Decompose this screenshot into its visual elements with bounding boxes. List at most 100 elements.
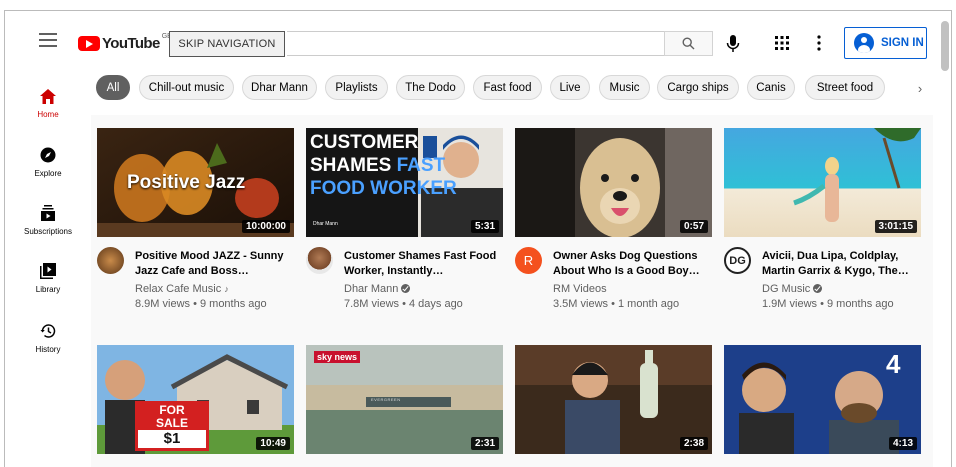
- video-title[interactable]: Positive Mood JAZZ - Sunny Jazz Cafe and…: [135, 249, 295, 279]
- channel-avatar[interactable]: DG: [724, 247, 751, 274]
- apps-grid-icon[interactable]: [775, 36, 789, 50]
- avatar-letter: R: [523, 253, 534, 268]
- thumbnail-line: SHAMES FAST: [310, 154, 457, 177]
- sign-line: SALE: [138, 417, 206, 430]
- sidebar-item-home[interactable]: Home: [5, 89, 91, 139]
- chip-playlists[interactable]: Playlists: [325, 75, 388, 100]
- chip-cargo-ships[interactable]: Cargo ships: [657, 75, 739, 100]
- video-stats: 3.5M views • 1 month ago: [553, 298, 680, 310]
- video-card[interactable]: 2:38: [515, 345, 712, 454]
- chip-the-dodo[interactable]: The Dodo: [396, 75, 465, 100]
- sidebar-item-label: Explore: [34, 169, 62, 178]
- microphone-icon[interactable]: [725, 33, 741, 55]
- video-thumbnail[interactable]: EVERGREEN sky news 2:31: [306, 345, 503, 454]
- video-duration: 10:00:00: [241, 220, 290, 233]
- chip-live[interactable]: Live: [550, 75, 590, 100]
- chip-street-food[interactable]: Street food: [805, 75, 885, 100]
- video-stats: 1.9M views • 9 months ago: [762, 298, 894, 310]
- more-options-icon[interactable]: [816, 35, 822, 51]
- channel-name-text: Relax Cafe Music: [135, 283, 222, 295]
- video-card[interactable]: CUSTOMER SHAMES FAST FOOD WORKER Dhar Ma…: [306, 128, 503, 310]
- video-thumbnail[interactable]: Positive Jazz 10:00:00: [97, 128, 294, 237]
- video-title[interactable]: Owner Asks Dog Questions About Who Is a …: [553, 249, 713, 279]
- chip-bar: All Chill-out music Dhar Mann Playlists …: [96, 75, 936, 101]
- video-card[interactable]: 3:01:15 DG Avicii, Dua Lipa, Coldplay, M…: [724, 128, 921, 310]
- music-note-icon: ♪: [224, 284, 229, 294]
- sidebar-item-label: Home: [37, 110, 59, 119]
- video-thumbnail[interactable]: 0:57: [515, 128, 712, 237]
- sidebar-item-library[interactable]: Library: [5, 263, 91, 313]
- channel-name[interactable]: RM Videos: [553, 283, 607, 295]
- video-card[interactable]: EVERGREEN sky news 2:31: [306, 345, 503, 454]
- video-meta: Customer Shames Fast Food Worker, Instan…: [306, 247, 503, 317]
- video-duration: 4:13: [888, 437, 917, 450]
- channel-name[interactable]: DG Music: [762, 283, 823, 295]
- sidebar-item-subscriptions[interactable]: Subscriptions: [5, 205, 91, 255]
- chip-chill-out-music[interactable]: Chill-out music: [139, 75, 234, 100]
- chip-scroll-right-icon[interactable]: ›: [903, 75, 937, 101]
- channel-name[interactable]: Relax Cafe Music ♪: [135, 283, 229, 295]
- sign-in-button[interactable]: SIGN IN: [844, 27, 927, 59]
- channel-avatar[interactable]: R: [515, 247, 542, 274]
- chip-music[interactable]: Music: [599, 75, 650, 100]
- masthead: YouTube GB SKIP NAVIGATION SIGN IN: [5, 11, 951, 71]
- scrollbar[interactable]: [937, 11, 951, 467]
- chip-canis[interactable]: Canis: [747, 75, 795, 100]
- channel-avatar[interactable]: [306, 247, 333, 274]
- channel-name[interactable]: Dhar Mann: [344, 283, 411, 295]
- sidebar-item-history[interactable]: History: [5, 323, 91, 373]
- for-sale-sign: FOR SALE $1: [135, 401, 209, 451]
- thumbnail-brand: Dhar Mann: [313, 221, 338, 227]
- video-duration: 2:31: [470, 437, 499, 450]
- logo-text: YouTube: [102, 35, 160, 52]
- channel-avatar[interactable]: [97, 247, 124, 274]
- video-card[interactable]: FOR SALE $1 10:49: [97, 345, 294, 454]
- sign-price: $1: [163, 430, 181, 447]
- menu-icon[interactable]: [39, 33, 57, 47]
- video-stats: 7.8M views • 4 days ago: [344, 298, 463, 310]
- thumbnail-word: FAST: [396, 155, 446, 176]
- sidebar-item-label: Subscriptions: [23, 227, 73, 236]
- subscriptions-icon: [41, 205, 55, 221]
- youtube-play-icon: [78, 36, 100, 51]
- video-stats: 8.9M views • 9 months ago: [135, 298, 267, 310]
- thumbnail-word: SHAMES: [310, 155, 392, 176]
- video-meta: Positive Mood JAZZ - Sunny Jazz Cafe and…: [97, 247, 294, 317]
- account-icon: [854, 33, 874, 53]
- youtube-logo[interactable]: YouTube GB: [78, 33, 172, 52]
- video-thumbnail[interactable]: CUSTOMER SHAMES FAST FOOD WORKER Dhar Ma…: [306, 128, 503, 237]
- search-button[interactable]: [664, 31, 713, 56]
- compass-icon: [40, 147, 56, 163]
- scrollbar-thumb[interactable]: [941, 21, 949, 71]
- video-grid: Positive Jazz 10:00:00 Positive Mood JAZ…: [91, 115, 933, 467]
- chip-fast-food[interactable]: Fast food: [473, 75, 542, 100]
- video-meta: DG Avicii, Dua Lipa, Coldplay, Martin Ga…: [724, 247, 921, 317]
- history-icon: [40, 324, 56, 338]
- video-thumbnail[interactable]: 2:38: [515, 345, 712, 454]
- skip-navigation-button[interactable]: SKIP NAVIGATION: [169, 31, 285, 57]
- video-card[interactable]: 0:57 R Owner Asks Dog Questions About Wh…: [515, 128, 712, 310]
- video-card[interactable]: Positive Jazz 10:00:00 Positive Mood JAZ…: [97, 128, 294, 310]
- video-thumbnail[interactable]: FOR SALE $1 10:49: [97, 345, 294, 454]
- sidebar-item-label: History: [35, 345, 61, 354]
- avatar-letter: DG: [729, 254, 746, 267]
- verified-icon: [401, 284, 411, 293]
- thumbnail-line: FOOD WORKER: [310, 178, 457, 199]
- video-title[interactable]: Avicii, Dua Lipa, Coldplay, Martin Garri…: [762, 249, 922, 279]
- video-duration: 5:31: [470, 220, 499, 233]
- sidebar-item-label: Library: [35, 285, 61, 294]
- video-thumbnail[interactable]: 4 4:13: [724, 345, 921, 454]
- video-card[interactable]: 4 4:13: [724, 345, 921, 454]
- ship-name: EVERGREEN: [371, 397, 401, 402]
- channel-4-logo: 4: [886, 349, 901, 379]
- thumbnail-text: Positive Jazz: [127, 172, 246, 193]
- video-duration: 3:01:15: [874, 220, 917, 233]
- video-thumbnail[interactable]: 3:01:15: [724, 128, 921, 237]
- chip-dhar-mann[interactable]: Dhar Mann: [242, 75, 317, 100]
- guide-sidebar: Home Explore Subscriptions Library Histo…: [5, 71, 91, 467]
- chip-all[interactable]: All: [96, 75, 130, 100]
- library-icon: [40, 263, 56, 279]
- sidebar-item-explore[interactable]: Explore: [5, 147, 91, 197]
- search-input[interactable]: [287, 31, 665, 56]
- video-title[interactable]: Customer Shames Fast Food Worker, Instan…: [344, 249, 504, 279]
